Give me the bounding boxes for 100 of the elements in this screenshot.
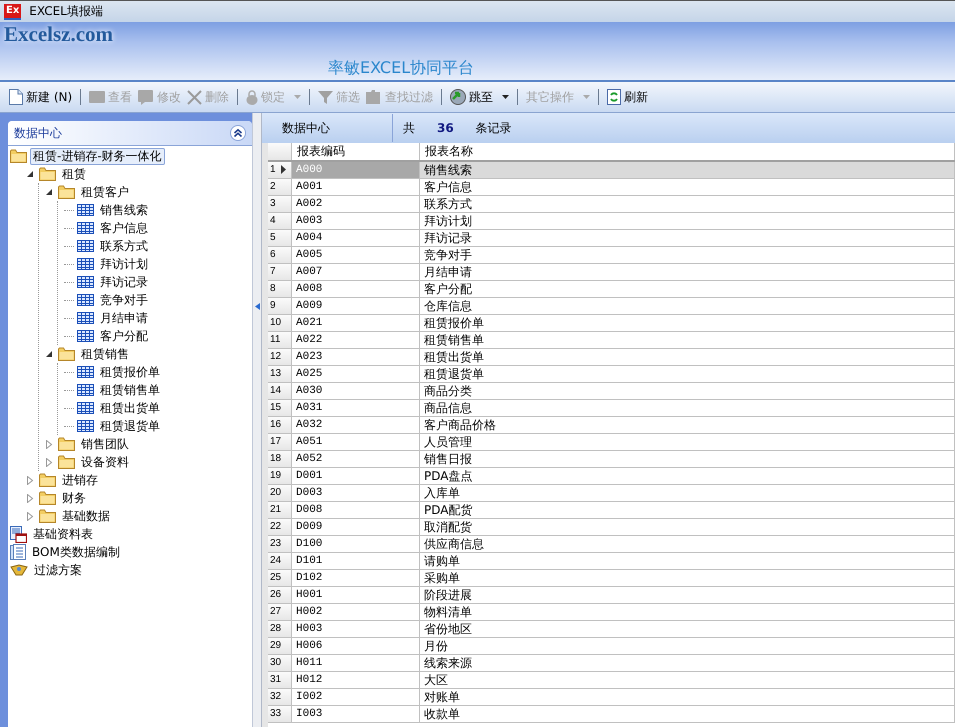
tree-item[interactable]: 基础数据 xyxy=(59,508,113,524)
table-icon xyxy=(77,312,94,324)
tree-item[interactable]: 租赁出货单 xyxy=(97,400,163,416)
table-cell: 月份 xyxy=(420,638,955,654)
table-cell: 商品分类 xyxy=(420,383,955,399)
table-row[interactable]: 6 A005 竞争对手 xyxy=(268,247,955,264)
tree-item[interactable]: 销售线索 xyxy=(97,202,151,218)
collapsed-arrow-icon[interactable] xyxy=(26,512,34,520)
expanded-arrow-icon[interactable] xyxy=(45,350,53,358)
collapsed-arrow-icon[interactable] xyxy=(45,440,53,448)
table-row[interactable]: 16 A032 客户商品价格 xyxy=(268,417,955,434)
folder-icon xyxy=(58,455,75,469)
table-row[interactable]: 20 D003 入库单 xyxy=(268,485,955,502)
toolbar-button[interactable]: 跳至 xyxy=(447,86,512,108)
window-title: EXCEL填报端 xyxy=(29,3,103,20)
expanded-arrow-icon[interactable] xyxy=(45,188,53,196)
tree-item[interactable]: 进销存 xyxy=(59,472,101,488)
row-number: 17 xyxy=(268,434,292,450)
table-row[interactable]: 4 A003 拜访计划 xyxy=(268,213,955,230)
table-row[interactable]: 24 D101 请购单 xyxy=(268,553,955,570)
tree-item[interactable]: 月结申请 xyxy=(97,310,151,326)
table-row[interactable]: 5 A004 拜访记录 xyxy=(268,230,955,247)
table-cell: 请购单 xyxy=(420,553,955,569)
table-row[interactable]: 27 H002 物料清单 xyxy=(268,604,955,621)
platform-title: 率敏EXCEL协同平台 xyxy=(328,58,474,79)
delete-icon xyxy=(187,90,202,104)
tree-item[interactable]: 拜访记录 xyxy=(97,274,151,290)
tree-item[interactable]: 联系方式 xyxy=(97,238,151,254)
toolbar-button[interactable]: 新建 (N) xyxy=(6,86,76,108)
filter-icon xyxy=(10,564,28,576)
tree-item[interactable]: 财务 xyxy=(59,490,89,506)
tree-item[interactable]: 拜访计划 xyxy=(97,256,151,272)
table-row[interactable]: 17 A051 人员管理 xyxy=(268,434,955,451)
tree-item[interactable]: 竞争对手 xyxy=(97,292,151,308)
table-cell: 拜访计划 xyxy=(420,213,955,229)
tree-item[interactable]: 租赁 xyxy=(59,166,89,182)
toolbar-button[interactable]: 刷新 xyxy=(604,86,652,108)
table-row[interactable]: 7 A007 月结申请 xyxy=(268,264,955,281)
table-cell: A007 xyxy=(292,264,420,280)
row-number: 9 xyxy=(268,298,292,314)
tree-item[interactable]: 客户分配 xyxy=(97,328,151,344)
table-row[interactable]: 12 A023 租赁出货单 xyxy=(268,349,955,366)
folder-icon xyxy=(39,167,56,181)
table-row[interactable]: 22 D009 取消配货 xyxy=(268,519,955,536)
table-row[interactable]: 25 D102 采购单 xyxy=(268,570,955,587)
table-cell: D100 xyxy=(292,536,420,552)
logo: Excelsz.com xyxy=(4,22,114,47)
table-row[interactable]: 30 H011 线索来源 xyxy=(268,655,955,672)
collapsed-arrow-icon[interactable] xyxy=(26,494,34,502)
tree-item[interactable]: 租赁报价单 xyxy=(97,364,163,380)
table-icon xyxy=(77,258,94,270)
tree-item[interactable]: BOM类数据编制 xyxy=(29,544,123,560)
dropdown-caret-icon[interactable] xyxy=(502,95,510,99)
table-row[interactable]: 15 A031 商品信息 xyxy=(268,400,955,417)
collapsed-arrow-icon[interactable] xyxy=(45,458,53,466)
table-row[interactable]: 23 D100 供应商信息 xyxy=(268,536,955,553)
expanded-arrow-icon[interactable] xyxy=(26,170,34,178)
table-row[interactable]: 26 H001 阶段进展 xyxy=(268,587,955,604)
collapse-left-icon[interactable] xyxy=(255,303,260,310)
table-row[interactable]: 8 A008 客户分配 xyxy=(268,281,955,298)
table-cell: 线索来源 xyxy=(420,655,955,671)
tree-item[interactable]: 租赁客户 xyxy=(78,184,132,200)
tree-item[interactable]: 客户信息 xyxy=(97,220,151,236)
funnel-icon xyxy=(318,90,334,104)
table-row[interactable]: 33 I003 收款单 xyxy=(268,706,955,723)
table-cell: 大区 xyxy=(420,672,955,688)
table-row[interactable]: 32 I002 对账单 xyxy=(268,689,955,706)
table-row[interactable]: 1 A000 销售线索 xyxy=(268,162,955,179)
table-cell: 阶段进展 xyxy=(420,587,955,603)
table-row[interactable]: 29 H006 月份 xyxy=(268,638,955,655)
row-number: 15 xyxy=(268,400,292,416)
tree-item[interactable]: 基础资料表 xyxy=(30,526,96,542)
table-cell: 销售日报 xyxy=(420,451,955,467)
tree-item[interactable]: 过滤方案 xyxy=(31,562,85,578)
table-row[interactable]: 28 H003 省份地区 xyxy=(268,621,955,638)
tree-item[interactable]: 租赁销售单 xyxy=(97,382,163,398)
tree-item[interactable]: 设备资料 xyxy=(78,454,132,470)
collapse-icon[interactable] xyxy=(230,125,246,141)
table-row[interactable]: 14 A030 商品分类 xyxy=(268,383,955,400)
table-row[interactable]: 18 A052 销售日报 xyxy=(268,451,955,468)
table-row[interactable]: 11 A022 租赁销售单 xyxy=(268,332,955,349)
tree-item[interactable]: 租赁退货单 xyxy=(97,418,163,434)
table-row[interactable]: 13 A025 租赁退货单 xyxy=(268,366,955,383)
table-row[interactable]: 19 D001 PDA盘点 xyxy=(268,468,955,485)
collapsed-arrow-icon[interactable] xyxy=(26,476,34,484)
table-row[interactable]: 10 A021 租赁报价单 xyxy=(268,315,955,332)
table-cell: 入库单 xyxy=(420,485,955,501)
table-row[interactable]: 21 D008 PDA配货 xyxy=(268,502,955,519)
tree-item[interactable]: 租赁-进销存-财务一体化 xyxy=(30,148,165,164)
table-cell: 租赁报价单 xyxy=(420,315,955,331)
table-cell: H012 xyxy=(292,672,420,688)
tree-item[interactable]: 销售团队 xyxy=(78,436,132,452)
new-document-icon xyxy=(9,89,23,105)
tree-item[interactable]: 租赁销售 xyxy=(78,346,132,362)
table-row[interactable]: 31 H012 大区 xyxy=(268,672,955,689)
table-row[interactable]: 3 A002 联系方式 xyxy=(268,196,955,213)
table-row[interactable]: 9 A009 仓库信息 xyxy=(268,298,955,315)
table-row[interactable]: 2 A001 客户信息 xyxy=(268,179,955,196)
table-cell: 人员管理 xyxy=(420,434,955,450)
table-icon xyxy=(77,402,94,414)
